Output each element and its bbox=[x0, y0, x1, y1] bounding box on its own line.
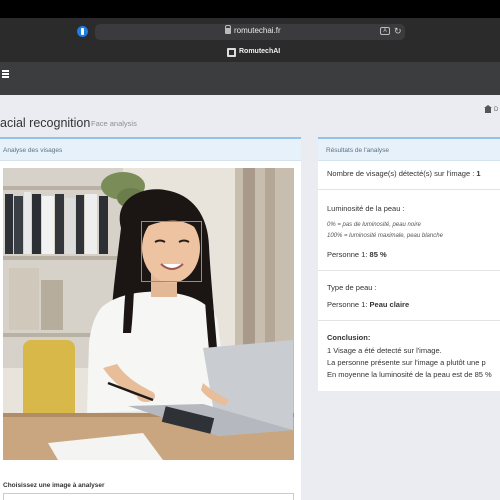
privacy-shield-icon[interactable] bbox=[77, 26, 88, 37]
conclusion-title: Conclusion: bbox=[327, 333, 370, 342]
address-bar[interactable]: romutechai.fr A ↻ bbox=[95, 24, 405, 40]
tab-title[interactable]: RomutechAI bbox=[239, 48, 280, 55]
conclusion-title-text: Conclusion: bbox=[327, 333, 371, 342]
analyzed-photo bbox=[3, 168, 294, 460]
page-subtitle: Face analysis bbox=[91, 119, 137, 128]
luminosity-note-100: 100% = luminosité maximale, peau blanche bbox=[327, 233, 443, 239]
skin-type-title: Type de peau : bbox=[327, 283, 377, 292]
conclusion-line: En moyenne la luminosité de la peau est … bbox=[327, 370, 492, 379]
lock-icon bbox=[225, 25, 231, 34]
faces-count-row: Nombre de visage(s) détecté(s) sur l'ima… bbox=[327, 169, 481, 178]
faces-count-value: 1 bbox=[476, 169, 481, 178]
person-label: Personne 1: bbox=[327, 300, 370, 309]
divider bbox=[318, 270, 500, 271]
conclusion-line: 1 Visage a été detecté sur l'image. bbox=[327, 346, 442, 355]
luminosity-note-0: 0% = pas de luminosité, peau noire bbox=[327, 222, 421, 228]
site-favicon-icon bbox=[227, 48, 236, 57]
breadcrumb[interactable]: D bbox=[494, 107, 498, 113]
translate-icon[interactable]: A bbox=[380, 27, 390, 35]
browser-top-bar bbox=[0, 0, 500, 18]
upload-label: Choisissez une image à analyser bbox=[3, 482, 105, 489]
detected-face-box bbox=[141, 221, 202, 282]
hamburger-menu-icon[interactable] bbox=[2, 70, 9, 78]
page-title: acial recognition bbox=[0, 116, 91, 130]
reload-icon[interactable]: ↻ bbox=[394, 26, 402, 36]
url-text: romutechai.fr bbox=[234, 26, 281, 35]
faces-count-label: Nombre de visage(s) détecté(s) sur l'ima… bbox=[327, 169, 477, 178]
results-panel-header: Résultats de l'analyse bbox=[318, 139, 500, 161]
luminosity-value: 85 % bbox=[369, 250, 387, 259]
divider bbox=[318, 189, 500, 190]
divider bbox=[318, 320, 500, 321]
analysis-panel-header: Analyse des visages bbox=[0, 139, 301, 161]
luminosity-title: Luminosité de la peau : bbox=[327, 204, 405, 213]
app-navbar bbox=[0, 62, 500, 95]
luminosity-result-row: Personne 1: 85 % bbox=[327, 250, 387, 259]
home-icon[interactable] bbox=[484, 105, 492, 113]
conclusion-line: La personne présente sur l'image a plutô… bbox=[327, 358, 486, 367]
skin-type-result-row: Personne 1: Peau claire bbox=[327, 300, 409, 309]
image-file-input[interactable] bbox=[3, 493, 294, 500]
person-label: Personne 1: bbox=[327, 250, 370, 259]
skin-type-value: Peau claire bbox=[369, 300, 410, 309]
